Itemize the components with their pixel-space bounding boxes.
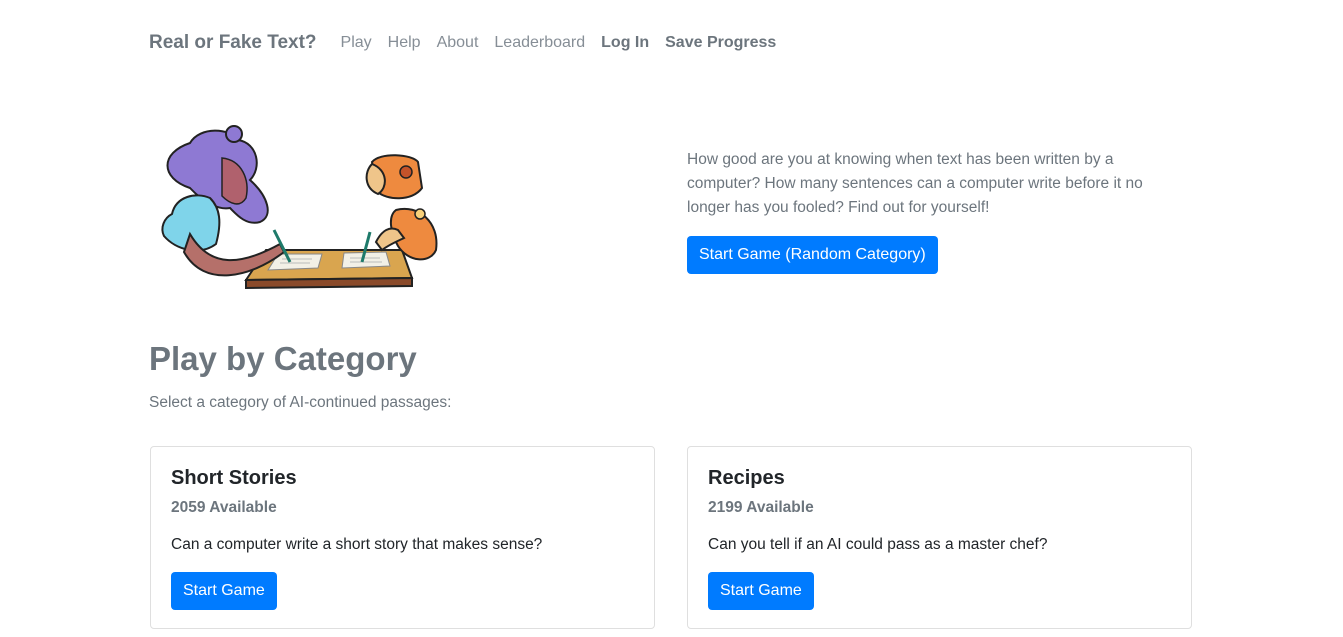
section-subtitle: Select a category of AI-continued passag… xyxy=(149,394,452,411)
card-available-count: 2199 Available xyxy=(708,499,814,516)
nav-link-play[interactable]: Play xyxy=(341,34,372,52)
card-title: Recipes xyxy=(708,467,785,489)
nav-link-help[interactable]: Help xyxy=(388,34,421,52)
card-available-count: 2059 Available xyxy=(171,499,277,516)
hero-description: How good are you at knowing when text ha… xyxy=(687,151,1143,216)
section-title: Play by Category xyxy=(149,340,417,377)
start-game-short-stories-button[interactable]: Start Game xyxy=(171,572,277,610)
start-game-random-button[interactable]: Start Game (Random Category) xyxy=(687,236,938,274)
category-card-short-stories: Short Stories 2059 Available Can a compu… xyxy=(150,446,655,629)
category-card-recipes: Recipes 2199 Available Can you tell if a… xyxy=(687,446,1192,629)
person-and-robot-writing-illustration xyxy=(150,118,450,298)
navbar: Real or Fake Text? Play Help About Leade… xyxy=(149,28,792,58)
card-description: Can you tell if an AI could pass as a ma… xyxy=(708,536,1048,553)
card-description: Can a computer write a short story that … xyxy=(171,536,543,553)
card-title: Short Stories xyxy=(171,467,297,489)
brand-link[interactable]: Real or Fake Text? xyxy=(149,32,317,54)
start-game-recipes-button[interactable]: Start Game xyxy=(708,572,814,610)
nav-link-leaderboard[interactable]: Leaderboard xyxy=(494,34,585,52)
nav-link-about[interactable]: About xyxy=(437,34,479,52)
nav-link-login[interactable]: Log In xyxy=(601,34,649,52)
illustration-svg xyxy=(161,125,438,290)
nav-link-save-progress[interactable]: Save Progress xyxy=(665,34,776,52)
